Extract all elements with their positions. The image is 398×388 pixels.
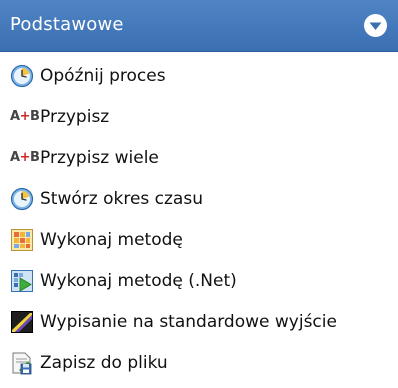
item-label: Przypisz wiele	[40, 147, 159, 168]
list-item-create-timespan[interactable]: Stwórz okres czasu	[0, 178, 398, 219]
assign-ab-icon: A+B	[10, 149, 40, 165]
list-item-execute-net-method[interactable]: Wykonaj metodę (.Net)	[0, 260, 398, 301]
circle-chevron-down-icon[interactable]	[363, 13, 388, 38]
list-item-assign-many[interactable]: A+B Przypisz wiele	[0, 137, 398, 178]
group-header[interactable]: Podstawowe	[0, 0, 398, 52]
save-file-icon	[10, 351, 34, 375]
method-grid-icon	[10, 228, 34, 252]
item-label: Wykonaj metodę (.Net)	[40, 270, 237, 291]
net-method-icon	[10, 269, 34, 293]
clock-icon	[10, 187, 34, 211]
stdout-icon	[10, 310, 34, 334]
item-label: Przypisz	[40, 106, 110, 127]
group-title: Podstawowe	[10, 14, 124, 35]
clock-icon	[10, 64, 34, 88]
list-item-delay-process[interactable]: Opóźnij proces	[0, 55, 398, 96]
list-item-execute-method[interactable]: Wykonaj metodę	[0, 219, 398, 260]
toolbox-panel: Podstawowe Opóźnij proces A+B Przypisz A…	[0, 0, 398, 388]
item-label: Wykonaj metodę	[40, 229, 183, 250]
activity-list: Opóźnij proces A+B Przypisz A+B Przypisz…	[0, 55, 398, 383]
item-label: Zapisz do pliku	[40, 352, 168, 373]
item-label: Opóźnij proces	[40, 65, 166, 86]
item-label: Stwórz okres czasu	[40, 188, 203, 209]
list-item-save-to-file[interactable]: Zapisz do pliku	[0, 342, 398, 383]
list-item-assign[interactable]: A+B Przypisz	[0, 96, 398, 137]
assign-ab-icon: A+B	[10, 108, 40, 124]
list-item-write-stdout[interactable]: Wypisanie na standardowe wyjście	[0, 301, 398, 342]
item-label: Wypisanie na standardowe wyjście	[40, 311, 337, 332]
